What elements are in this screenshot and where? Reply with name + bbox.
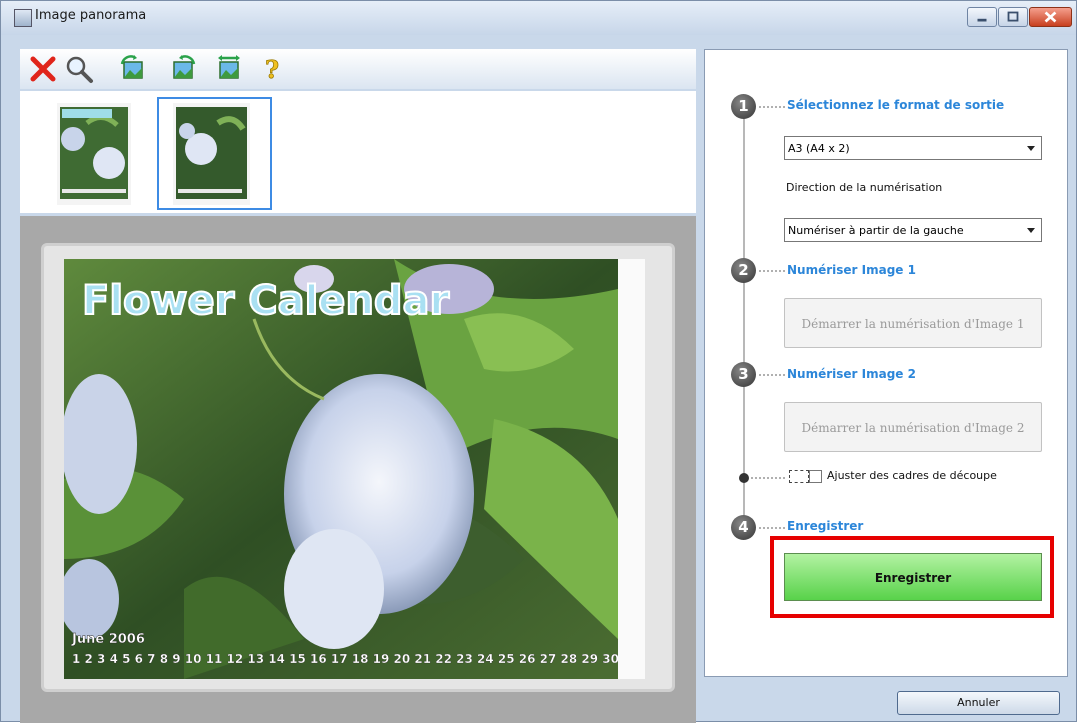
close-button[interactable] <box>1029 7 1072 27</box>
minimize-button[interactable] <box>967 7 997 27</box>
app-icon <box>14 9 32 27</box>
step-3-title: Numériser Image 2 <box>787 367 916 381</box>
step-2-dots <box>759 270 785 272</box>
thumbnail-strip <box>20 91 696 213</box>
step-2-title: Numériser Image 1 <box>787 263 916 277</box>
red-x-icon[interactable] <box>28 54 58 84</box>
crop-frame-icon <box>789 470 809 483</box>
crop-option-marker <box>739 473 749 483</box>
cancel-button[interactable]: Annuler <box>897 691 1060 715</box>
step-4-marker: 4 <box>731 515 756 540</box>
step-3-dots <box>759 374 785 376</box>
step-connector-line <box>743 110 745 530</box>
rotate-left-icon[interactable] <box>118 54 148 84</box>
scan-direction-value: Numériser à partir de la gauche <box>788 224 964 237</box>
thumbnail-image-2[interactable] <box>173 103 250 205</box>
step-4-title: Enregistrer <box>787 519 864 533</box>
thumbnail-image-1[interactable] <box>57 103 131 205</box>
step-2-marker: 2 <box>731 258 756 283</box>
save-button[interactable]: Enregistrer <box>784 553 1042 601</box>
preview-area: Flower Calendar June 2006 1 2 3 4 5 6 7 … <box>20 216 696 723</box>
preview-margin <box>618 259 645 679</box>
chevron-down-icon <box>1027 146 1035 151</box>
output-format-value: A3 (A4 x 2) <box>788 142 850 155</box>
step-1-dots <box>759 106 785 108</box>
step-3-marker: 3 <box>731 362 756 387</box>
flip-icon[interactable] <box>214 54 244 84</box>
photo-month: June 2006 <box>71 632 145 647</box>
chevron-down-icon <box>1027 228 1035 233</box>
crop-frames-checkbox[interactable] <box>809 470 822 483</box>
photo-title: Flower Calendar <box>82 278 450 324</box>
steps-panel: 1 Sélectionnez le format de sortie A3 (A… <box>704 49 1068 677</box>
step-4-dots <box>759 527 785 529</box>
scan-direction-label: Direction de la numérisation <box>786 181 943 194</box>
scan-image-1-button[interactable]: Démarrer la numérisation d'Image 1 <box>784 298 1042 348</box>
scan-image-2-button[interactable]: Démarrer la numérisation d'Image 2 <box>784 402 1042 452</box>
question-icon[interactable]: ? <box>256 54 286 84</box>
step-1-title: Sélectionnez le format de sortie <box>787 98 1005 112</box>
photo-days: 1 2 3 4 5 6 7 8 9 10 11 12 13 14 15 16 1… <box>72 652 618 666</box>
title-bar: Image panorama <box>1 1 1076 35</box>
maximize-button[interactable] <box>998 7 1028 27</box>
crop-frames-label: Ajuster des cadres de découpe <box>827 469 997 482</box>
toolbar: ? <box>20 49 696 89</box>
preview-frame: Flower Calendar June 2006 1 2 3 4 5 6 7 … <box>41 243 675 692</box>
panorama-preview-image: Flower Calendar June 2006 1 2 3 4 5 6 7 … <box>64 259 618 679</box>
crop-option-dots <box>751 477 785 479</box>
step-1-marker: 1 <box>731 94 756 119</box>
scan-direction-select[interactable]: Numériser à partir de la gauche <box>784 218 1042 242</box>
svg-text:?: ? <box>265 55 279 84</box>
magnifier-icon[interactable] <box>64 54 94 84</box>
window-title: Image panorama <box>35 8 147 23</box>
output-format-select[interactable]: A3 (A4 x 2) <box>784 136 1042 160</box>
rotate-right-icon[interactable] <box>168 54 198 84</box>
panorama-window: Image panorama ? Flower Calendar June 20… <box>0 0 1077 723</box>
